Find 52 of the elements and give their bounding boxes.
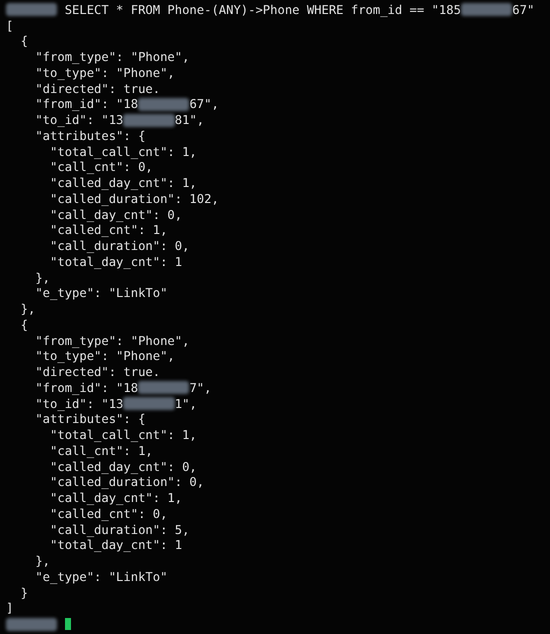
output-line: "call_day_cnt": 0, [49,208,182,222]
output-line: 67", [189,97,219,112]
blurred-block [6,618,58,631]
blurred-block [6,3,58,16]
output-line: "called_cnt": 0, [49,506,168,521]
output-line: "attributes": { [34,128,146,143]
output-line: 1", [174,396,197,411]
output-line: "e_type": "LinkTo" [34,286,168,300]
output-line: }, [34,554,50,568]
blurred-block [138,381,190,394]
output-line: "called_cnt": 1, [49,223,168,238]
output-line: "called_day_cnt": 1, [49,176,197,190]
output-line: 81", [174,113,204,128]
output-line: ] [6,601,14,616]
output-line: "call_duration": 0, [49,239,190,254]
output-line: "to_type": "Phone", [34,66,175,80]
output-line: "from_type": "Phone", [34,334,190,348]
output-line: }, [34,270,50,285]
output-line: "total_call_cnt": 1, [49,144,197,159]
output-line: 67" [512,2,534,17]
output-line: } [20,586,28,600]
output-line: [ [6,18,14,33]
output-line: "called_duration": 0, [49,475,204,490]
output-line: "directed": true. [34,365,160,380]
output-line: "call_cnt": 0, [49,160,153,174]
output-line: "from_id": "18 [34,380,138,395]
output-line: { [20,34,28,48]
output-line: "total_day_cnt": 1 [49,538,182,552]
blurred-block [138,98,190,111]
text-cursor [64,618,71,630]
output-line: "e_type": "LinkTo" [34,570,168,584]
output-line: 7", [189,380,212,395]
output-line: "called_duration": 102, [49,192,219,206]
blurred-block [123,114,175,127]
blurred-block [123,397,175,410]
output-line: "directed": true. [34,82,160,96]
output-line: "from_type": "Phone", [34,50,190,64]
output-line: "call_day_cnt": 1, [49,491,182,506]
output-line: "total_day_cnt": 1 [49,254,182,269]
output-line: "attributes": { [34,412,146,426]
blurred-block [460,3,512,16]
output-line: "to_id": "13 [34,113,124,128]
output-line: SELECT * FROM Phone-(ANY)->Phone WHERE from_id == "185 [64,2,461,17]
output-line: "to_id": "13 [34,396,124,411]
output-line: "total_call_cnt": 1, [49,428,197,442]
output-line: { [20,318,28,332]
output-line: "from_id": "18 [34,97,138,112]
output-line: "called_day_cnt": 0, [49,460,197,474]
output-line: "to_type": "Phone", [34,349,175,364]
output-line: }, [20,302,36,316]
output-line: "call_duration": 5, [49,522,190,537]
output-line: "call_cnt": 1, [49,444,153,458]
